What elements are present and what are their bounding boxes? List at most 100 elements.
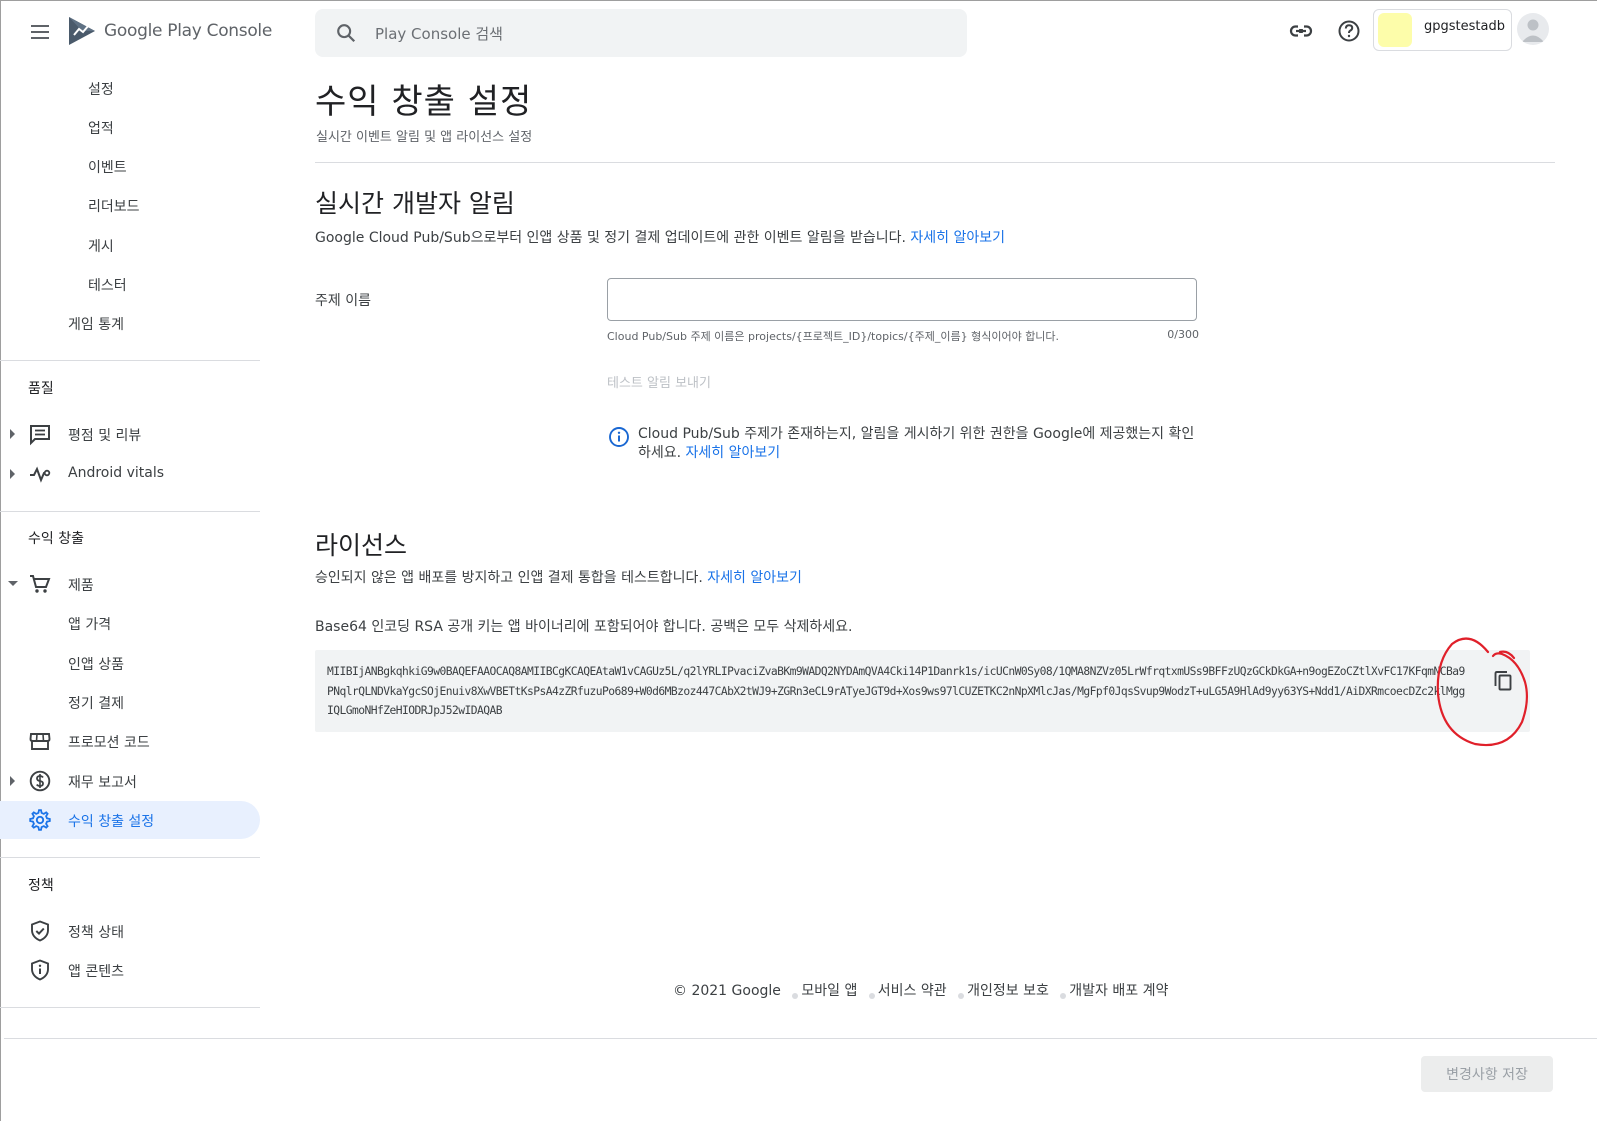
sidebar-section-monetize: 수익 창출 bbox=[28, 531, 84, 547]
topic-name-label: 주제 이름 bbox=[315, 293, 371, 309]
sidebar-item-app-pricing[interactable]: 앱 가격 bbox=[0, 604, 260, 642]
play-console-logo-icon bbox=[69, 17, 95, 45]
licensing-heading: 라이선스 bbox=[315, 531, 408, 560]
sidebar-item-subscriptions[interactable]: 정기 결제 bbox=[0, 683, 260, 721]
shield-info-icon bbox=[31, 959, 49, 981]
licensing-description: 승인되지 않은 앱 배포를 방지하고 인앱 결제 통합을 테스트합니다. 자세히… bbox=[315, 567, 802, 587]
sidebar-item-game-stats[interactable]: 게임 통계 bbox=[0, 304, 260, 342]
account-avatar bbox=[1378, 13, 1412, 47]
dollar-circle-icon bbox=[29, 770, 51, 792]
sidebar-item-monetization-setup[interactable]: 수익 창출 설정 bbox=[0, 801, 260, 839]
sidebar-item-label: 수익 창출 설정 bbox=[68, 814, 155, 830]
sidebar-item-ratings-reviews[interactable]: 평점 및 리뷰 bbox=[0, 415, 260, 453]
sidebar-item-label: 게시 bbox=[88, 239, 114, 255]
logo-console: Console bbox=[206, 21, 273, 41]
sidebar-item-label: 설정 bbox=[88, 82, 114, 98]
copy-content-icon[interactable] bbox=[1485, 664, 1521, 700]
pubsub-learn-more-link[interactable]: 자세히 알아보기 bbox=[686, 445, 781, 461]
sidebar-item-label: Android vitals bbox=[68, 465, 165, 481]
link-icon[interactable] bbox=[1283, 13, 1319, 49]
account-switcher[interactable]: gpgstestadb bbox=[1373, 9, 1512, 51]
sidebar-item-label: 프로모션 코드 bbox=[68, 735, 150, 751]
save-changes-button[interactable]: 변경사항 저장 bbox=[1421, 1056, 1553, 1092]
window-top-border bbox=[0, 0, 1597, 1]
sidebar-item-settings[interactable]: 설정 bbox=[0, 69, 260, 107]
licensing-description-text: 승인되지 않은 앱 배포를 방지하고 인앱 결제 통합을 테스트합니다. bbox=[315, 570, 703, 586]
pubsub-info-message: Cloud Pub/Sub 주제가 존재하는지, 알림을 게시하기 위한 권한을… bbox=[638, 425, 1198, 463]
footer-link-privacy[interactable]: 개인정보 보호 bbox=[967, 980, 1049, 1000]
sidebar-item-events[interactable]: 이벤트 bbox=[0, 147, 260, 185]
sidebar-item-label: 재무 보고서 bbox=[68, 775, 137, 791]
footer-separator bbox=[868, 993, 875, 999]
sidebar-item-label: 앱 가격 bbox=[68, 617, 112, 633]
sidebar-item-label: 정책 상태 bbox=[68, 925, 124, 941]
footer-link-mobile-app[interactable]: 모바일 앱 bbox=[801, 980, 857, 1000]
sidebar-section-policy: 정책 bbox=[28, 878, 54, 894]
sidebar-item-achievements[interactable]: 업적 bbox=[0, 108, 260, 146]
header-divider bbox=[315, 162, 1555, 163]
public-key-box: MIIBIjANBgkqhkiG9w0BAQEFAAOCAQ8AMIIBCgKC… bbox=[315, 650, 1530, 732]
chevron-right-icon bbox=[10, 469, 15, 479]
sidebar-item-in-app-products[interactable]: 인앱 상품 bbox=[0, 644, 260, 682]
sidebar-item-label: 앱 콘텐츠 bbox=[68, 964, 124, 980]
logo-text: Google Play Console bbox=[104, 21, 272, 41]
topic-char-counter: 0/300 bbox=[1167, 328, 1199, 341]
public-key-label: Base64 인코딩 RSA 공개 키는 앱 바이너리에 포함되어야 합니다. … bbox=[315, 619, 853, 635]
account-name: gpgstestadb bbox=[1424, 19, 1505, 34]
bottom-action-bar: 변경사항 저장 bbox=[4, 1038, 1597, 1122]
hamburger-menu-icon[interactable] bbox=[26, 20, 54, 44]
search-icon bbox=[337, 24, 356, 43]
rtdn-heading: 실시간 개발자 알림 bbox=[315, 189, 515, 218]
sidebar-item-promo-codes[interactable]: 프로모션 코드 bbox=[0, 722, 260, 760]
sidebar-section-quality: 품질 bbox=[28, 381, 54, 397]
topic-name-input[interactable] bbox=[607, 278, 1197, 321]
topic-helper-text: Cloud Pub/Sub 주제 이름은 projects/{프로젝트_ID}/… bbox=[607, 328, 1199, 344]
sidebar-item-leaderboards[interactable]: 리더보드 bbox=[0, 186, 260, 224]
sidebar-divider bbox=[0, 511, 260, 512]
sidebar-item-testers[interactable]: 테스터 bbox=[0, 265, 260, 303]
sidebar-item-app-content[interactable]: 앱 콘텐츠 bbox=[0, 951, 260, 989]
shield-check-icon bbox=[31, 920, 49, 942]
footer-separator bbox=[958, 993, 965, 999]
sidebar-item-financial-reports[interactable]: 재무 보고서 bbox=[0, 762, 260, 800]
settings-gear-icon bbox=[29, 809, 51, 831]
reviews-icon bbox=[30, 425, 50, 446]
licensing-learn-more-link[interactable]: 자세히 알아보기 bbox=[707, 570, 802, 586]
sidebar-nav: 설정 업적 이벤트 리더보드 게시 테스터 게임 통계 품질 평점 및 리뷰 A… bbox=[0, 70, 262, 1030]
chevron-right-icon bbox=[10, 429, 15, 439]
chevron-down-icon bbox=[8, 581, 18, 586]
sidebar-item-label: 인앱 상품 bbox=[68, 657, 124, 673]
footer-separator bbox=[1060, 993, 1067, 999]
vitals-pulse-icon bbox=[30, 466, 51, 483]
footer-link-terms[interactable]: 서비스 약관 bbox=[878, 980, 947, 1000]
page-title: 수익 창출 설정 bbox=[315, 82, 533, 122]
sidebar-item-label: 테스터 bbox=[88, 278, 127, 294]
rtdn-learn-more-link[interactable]: 자세히 알아보기 bbox=[910, 230, 1005, 246]
sidebar-item-label: 이벤트 bbox=[88, 160, 127, 176]
sidebar-item-label: 제품 bbox=[68, 578, 94, 594]
sidebar-divider bbox=[0, 857, 260, 858]
rtdn-description: Google Cloud Pub/Sub으로부터 인앱 상품 및 정기 결제 업… bbox=[315, 227, 1005, 247]
footer-separator bbox=[792, 993, 799, 999]
sidebar-item-label: 업적 bbox=[88, 121, 114, 137]
info-icon bbox=[609, 427, 629, 447]
search-bar[interactable] bbox=[315, 9, 967, 57]
footer-link-dda[interactable]: 개발자 배포 계약 bbox=[1069, 980, 1168, 1000]
google-play-console-logo[interactable]: Google Play Console bbox=[68, 14, 298, 50]
sidebar-item-label: 정기 결제 bbox=[68, 696, 124, 712]
sidebar-item-policy-status[interactable]: 정책 상태 bbox=[0, 912, 260, 950]
search-input[interactable] bbox=[373, 19, 937, 49]
rtdn-description-text: Google Cloud Pub/Sub으로부터 인앱 상품 및 정기 결제 업… bbox=[315, 230, 906, 246]
sidebar-item-label: 게임 통계 bbox=[68, 317, 124, 333]
sidebar-item-android-vitals[interactable]: Android vitals bbox=[0, 455, 260, 493]
chevron-right-icon bbox=[10, 776, 15, 786]
sidebar-item-label: 평점 및 리뷰 bbox=[68, 428, 142, 444]
topic-helper-message: Cloud Pub/Sub 주제 이름은 projects/{프로젝트_ID}/… bbox=[607, 330, 1060, 343]
sidebar-item-products[interactable]: 제품 bbox=[0, 565, 260, 603]
public-key-text[interactable]: MIIBIjANBgkqhkiG9w0BAQEFAAOCAQ8AMIIBCgKC… bbox=[327, 662, 1467, 721]
send-test-notification-button[interactable]: 테스트 알림 보내기 bbox=[607, 372, 711, 391]
page-footer: © 2021 Google 모바일 앱 서비스 약관 개인정보 보호 개발자 배… bbox=[673, 980, 1168, 1000]
user-avatar-icon[interactable] bbox=[1517, 13, 1549, 45]
help-icon[interactable] bbox=[1331, 13, 1367, 49]
sidebar-item-publishing[interactable]: 게시 bbox=[0, 226, 260, 264]
